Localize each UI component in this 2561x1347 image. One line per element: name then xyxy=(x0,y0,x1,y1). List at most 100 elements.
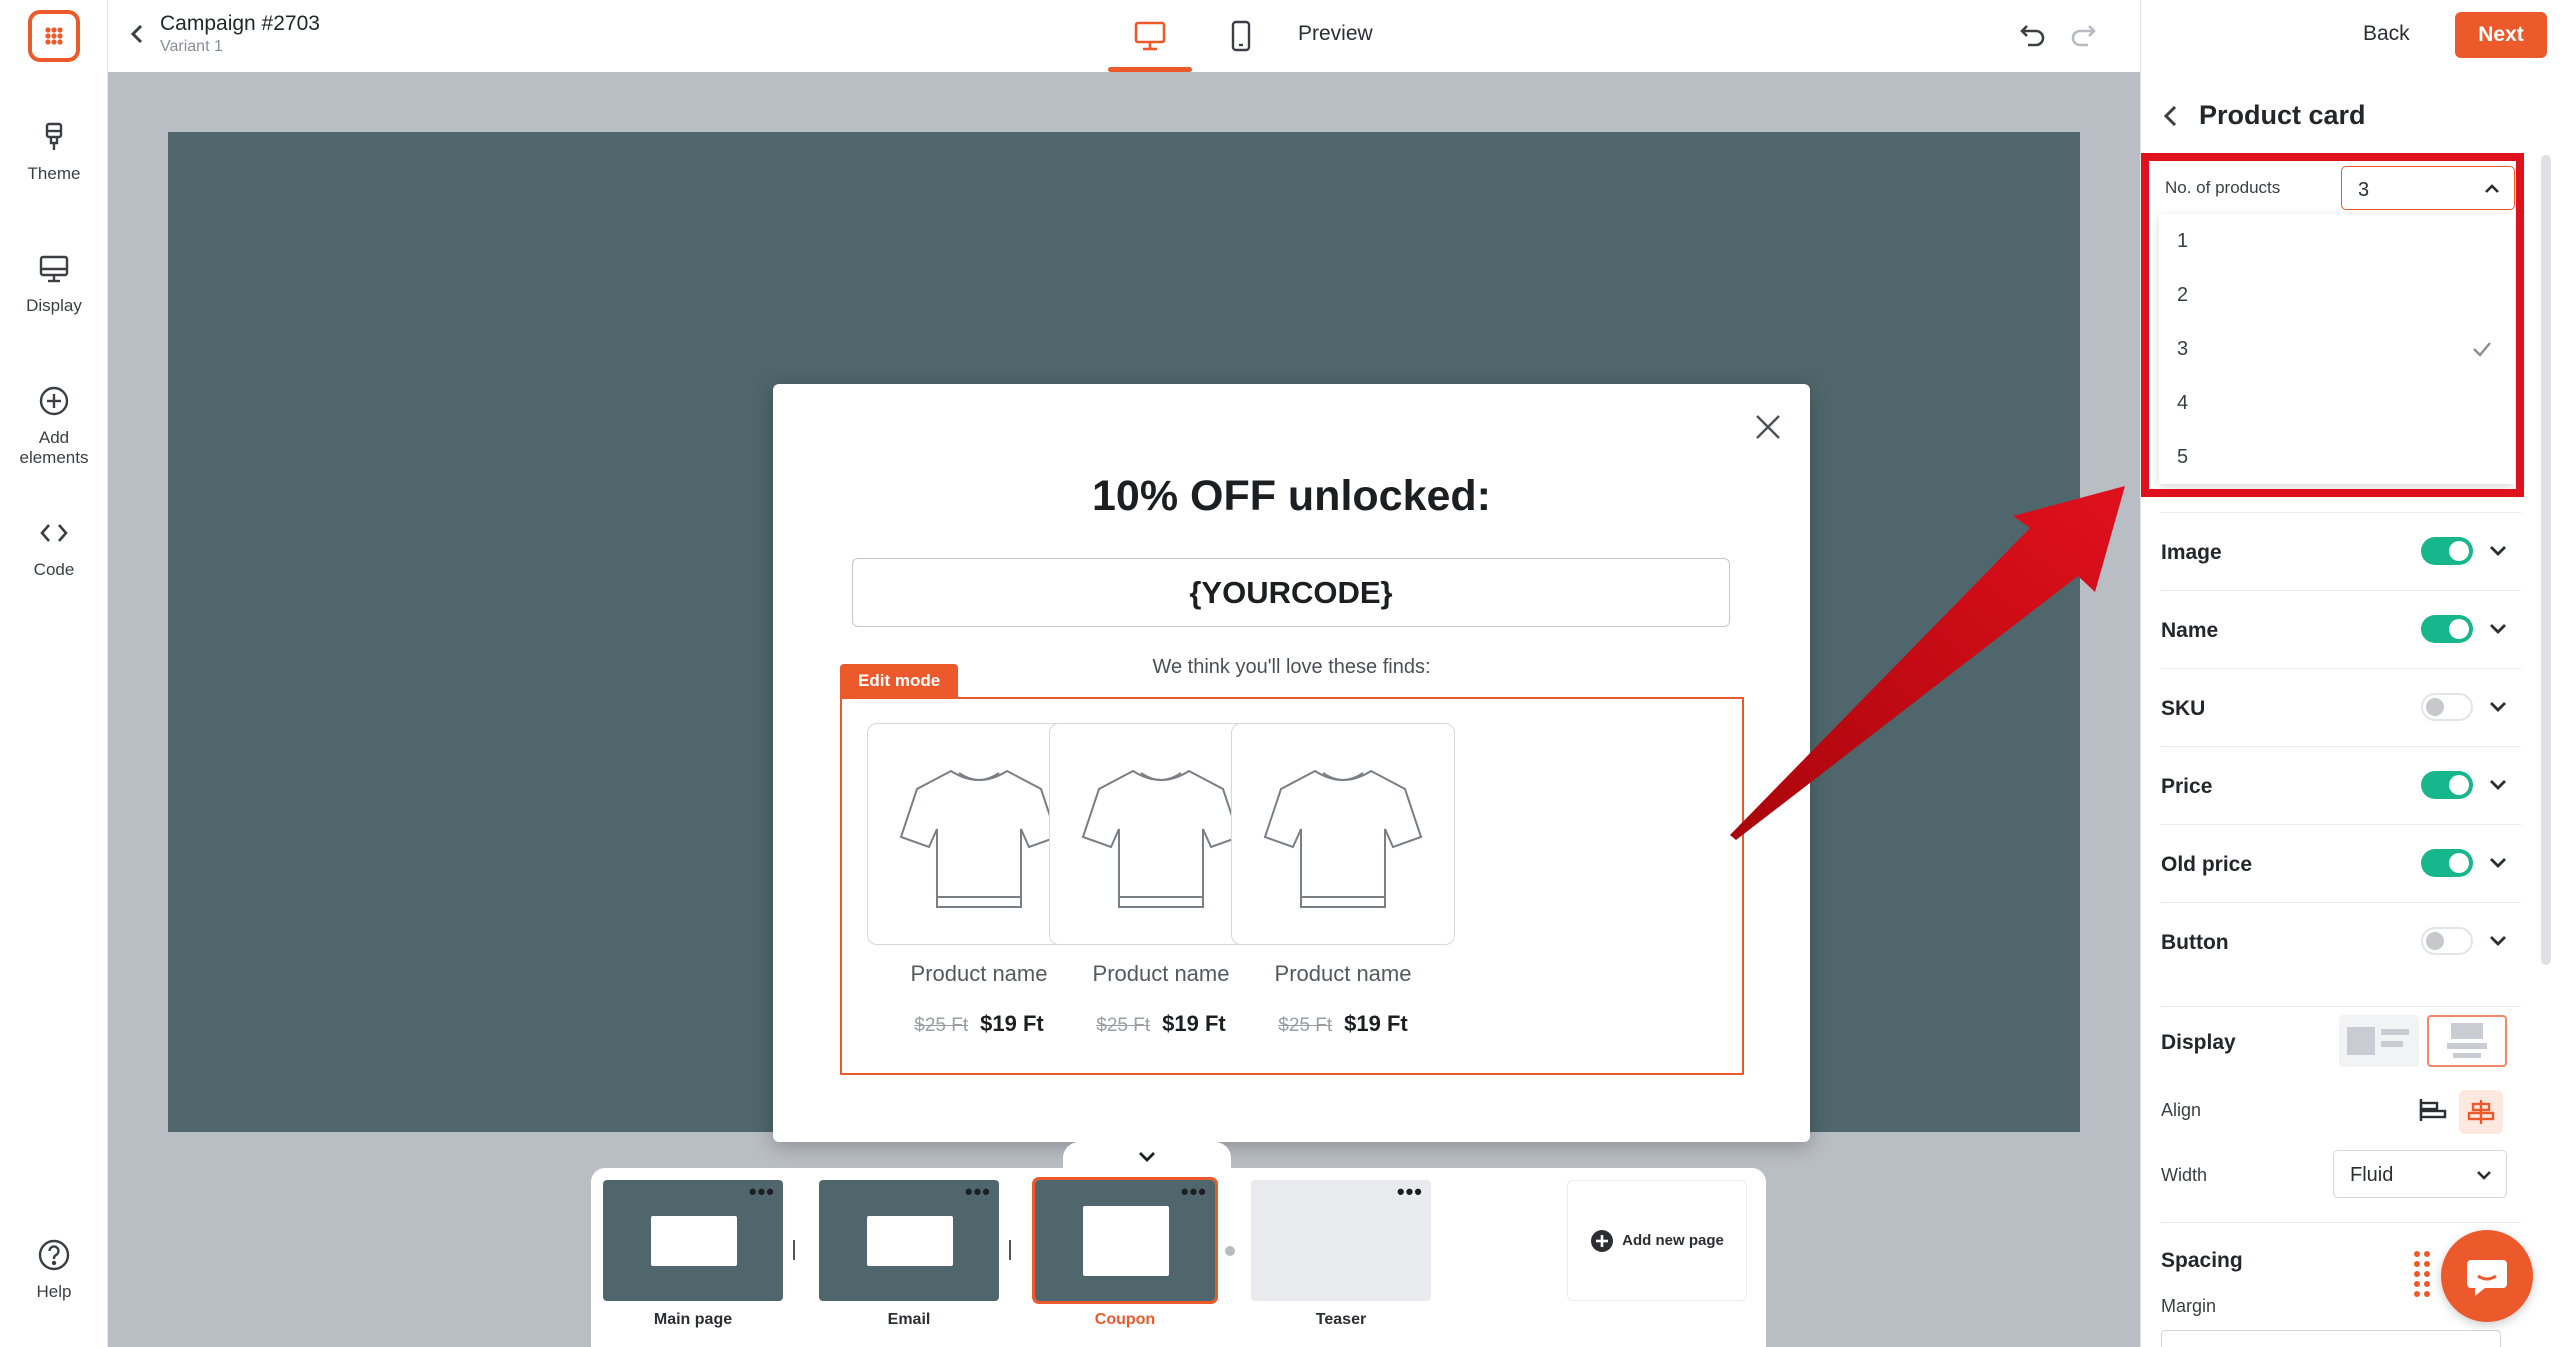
chevron-down-icon[interactable] xyxy=(2487,853,2509,873)
product-price: $19 Ft xyxy=(980,1011,1044,1036)
panel-scrollbar[interactable] xyxy=(2541,155,2551,965)
toggle-label: Old price xyxy=(2161,853,2253,876)
page-thumb-teaser[interactable]: ••• Teaser xyxy=(1251,1180,1431,1329)
tshirt-icon xyxy=(899,769,1059,908)
toggle-label: Name xyxy=(2161,619,2219,642)
campaign-title: Campaign #2703 xyxy=(160,12,320,35)
coupon-code-box[interactable]: {YOURCODE} xyxy=(852,558,1730,627)
chat-button[interactable] xyxy=(2441,1230,2533,1322)
display-label: Display xyxy=(2161,1031,2236,1054)
align-label: Align xyxy=(2161,1100,2202,1120)
back-arrow-icon[interactable] xyxy=(124,20,152,48)
rail-item-theme[interactable]: Theme xyxy=(0,120,108,184)
layout-stack-icon xyxy=(2447,1023,2487,1058)
toggle-row-sku: SKU xyxy=(2161,668,2521,746)
page-thumb-main[interactable]: ••• Main page xyxy=(603,1180,783,1329)
toggle-label: Price xyxy=(2161,775,2213,798)
mobile-view-button[interactable] xyxy=(1216,0,1266,72)
rail-label-display: Display xyxy=(26,296,82,315)
campaign-variant: Variant 1 xyxy=(160,38,223,55)
paintbrush-icon xyxy=(37,120,71,154)
align-left-icon xyxy=(2419,1099,2447,1121)
desktop-icon xyxy=(1134,21,1166,51)
price-toggle[interactable] xyxy=(2421,771,2473,799)
product-card-block[interactable]: Product name $25 Ft $19 Ft Product name $… xyxy=(840,697,1744,1075)
rail-item-code[interactable]: Code xyxy=(0,516,108,580)
product-card[interactable]: Product name $25 Ft $19 Ft xyxy=(1231,723,1455,1037)
rail-item-display[interactable]: Display xyxy=(0,252,108,316)
toggle-label: Button xyxy=(2161,931,2229,954)
layout-vertical-option[interactable] xyxy=(2427,1015,2507,1067)
page-thumb-email[interactable]: ••• Email xyxy=(819,1180,999,1329)
tshirt-icon xyxy=(1081,769,1241,908)
annotation-highlight-box xyxy=(2141,153,2524,497)
align-left-button[interactable] xyxy=(2413,1090,2453,1130)
more-icon[interactable]: ••• xyxy=(749,1181,775,1203)
chevron-down-icon xyxy=(2477,1171,2491,1180)
page-preview: ••• xyxy=(603,1180,783,1301)
help-icon xyxy=(37,1238,71,1272)
toggle-row-old-price: Old price xyxy=(2161,824,2521,902)
close-icon[interactable] xyxy=(1751,410,1785,444)
desktop-view-button[interactable] xyxy=(1108,0,1192,72)
more-icon[interactable]: ••• xyxy=(965,1181,991,1203)
chevron-down-icon[interactable] xyxy=(2487,931,2509,951)
undo-icon[interactable] xyxy=(2018,20,2048,50)
page-thumb-coupon[interactable]: ••• Coupon xyxy=(1032,1177,1218,1329)
toggle-row-price: Price xyxy=(2161,746,2521,824)
code-icon xyxy=(37,516,71,550)
toggle-row-name: Name xyxy=(2161,590,2521,668)
product-old-price: $25 Ft xyxy=(1096,1015,1151,1036)
more-icon[interactable]: ••• xyxy=(1397,1181,1423,1203)
toggle-row-image: Image xyxy=(2161,512,2521,590)
name-toggle[interactable] xyxy=(2421,615,2473,643)
width-select[interactable]: Fluid xyxy=(2333,1150,2507,1198)
toggle-label: SKU xyxy=(2161,697,2206,720)
app-logo[interactable] xyxy=(28,10,80,62)
monitor-icon xyxy=(37,252,71,286)
product-name: Product name xyxy=(1274,961,1412,986)
image-toggle[interactable] xyxy=(2421,537,2473,565)
page-label: Main page xyxy=(653,1311,733,1328)
product-image xyxy=(1231,723,1455,945)
old-price-toggle[interactable] xyxy=(2421,849,2473,877)
popup-stage: 10% OFF unlocked: {YOURCODE} We think yo… xyxy=(168,132,2080,1142)
chevron-left-icon[interactable] xyxy=(2161,103,2181,129)
product-old-price: $25 Ft xyxy=(914,1015,969,1036)
page-label: Coupon xyxy=(1094,1311,1156,1328)
help-button[interactable]: Help xyxy=(0,1238,108,1302)
width-label: Width xyxy=(2161,1165,2208,1185)
coupon-popup[interactable]: 10% OFF unlocked: {YOURCODE} We think yo… xyxy=(773,384,1810,1142)
preview-button[interactable]: Preview xyxy=(1298,22,1373,46)
plus-circle-icon xyxy=(37,384,71,418)
layout-side-icon xyxy=(2347,1027,2409,1055)
panel-title: Product card xyxy=(2199,100,2366,130)
help-label: Help xyxy=(36,1282,72,1301)
align-center-icon xyxy=(2467,1100,2495,1124)
chevron-down-icon[interactable] xyxy=(2487,619,2509,639)
popup-headline[interactable]: 10% OFF unlocked: xyxy=(773,472,1810,521)
rail-item-add-elements[interactable]: Add elements xyxy=(0,384,108,468)
more-icon[interactable]: ••• xyxy=(1181,1181,1207,1203)
drag-handle-icon[interactable] xyxy=(2413,1250,2431,1302)
redo-icon[interactable] xyxy=(2068,20,2098,50)
page-label: Email xyxy=(887,1311,931,1328)
add-new-page-button[interactable]: Add new page xyxy=(1567,1180,1747,1301)
toggle-row-button: Button xyxy=(2161,902,2521,980)
page-label: Teaser xyxy=(1315,1311,1367,1328)
product-price: $19 Ft xyxy=(1162,1011,1226,1036)
chevron-down-icon[interactable] xyxy=(2487,697,2509,717)
chevron-down-icon[interactable] xyxy=(2487,775,2509,795)
margin-inputs[interactable] xyxy=(2161,1330,2501,1347)
align-center-button[interactable] xyxy=(2459,1090,2503,1134)
page-preview: ••• xyxy=(819,1180,999,1301)
back-button[interactable]: Back xyxy=(2363,22,2410,46)
panel-header: Product card xyxy=(2161,100,2366,131)
button-toggle[interactable] xyxy=(2421,927,2473,955)
sku-toggle[interactable] xyxy=(2421,693,2473,721)
layout-horizontal-option[interactable] xyxy=(2339,1015,2419,1067)
coupon-code: {YOURCODE} xyxy=(1189,574,1393,610)
add-new-page-label: Add new page xyxy=(1622,1232,1724,1249)
next-button[interactable]: Next xyxy=(2455,12,2547,58)
chevron-down-icon[interactable] xyxy=(2487,541,2509,561)
